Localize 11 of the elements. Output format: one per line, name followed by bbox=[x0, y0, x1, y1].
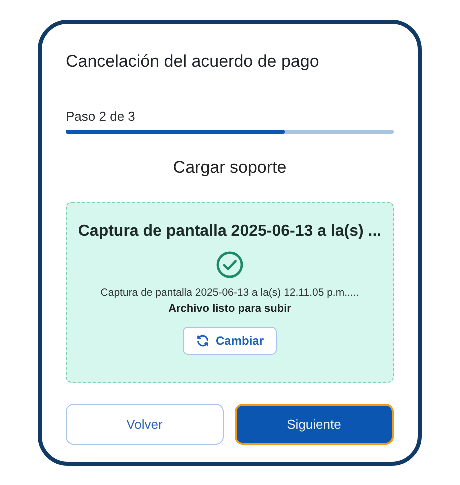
step-label: Paso 2 de 3 bbox=[66, 109, 136, 124]
section-title: Cargar soporte bbox=[172, 158, 288, 178]
change-button[interactable]: Cambiar bbox=[182, 327, 278, 355]
next-button[interactable]: Siguiente bbox=[234, 404, 394, 445]
check-circle-icon bbox=[216, 251, 244, 279]
file-title: Captura de pantalla 2025-06-13 a la(s) ... bbox=[78, 223, 382, 241]
dialog-title: Cancelación del acuerdo de pago bbox=[66, 52, 320, 72]
back-button[interactable]: Volver bbox=[66, 404, 224, 445]
file-name: Captura de pantalla 2025-06-13 a la(s) 12.11.05 p.m..... bbox=[100, 287, 360, 299]
refresh-icon bbox=[196, 334, 210, 348]
upload-status: Archivo listo para subir bbox=[168, 303, 292, 315]
